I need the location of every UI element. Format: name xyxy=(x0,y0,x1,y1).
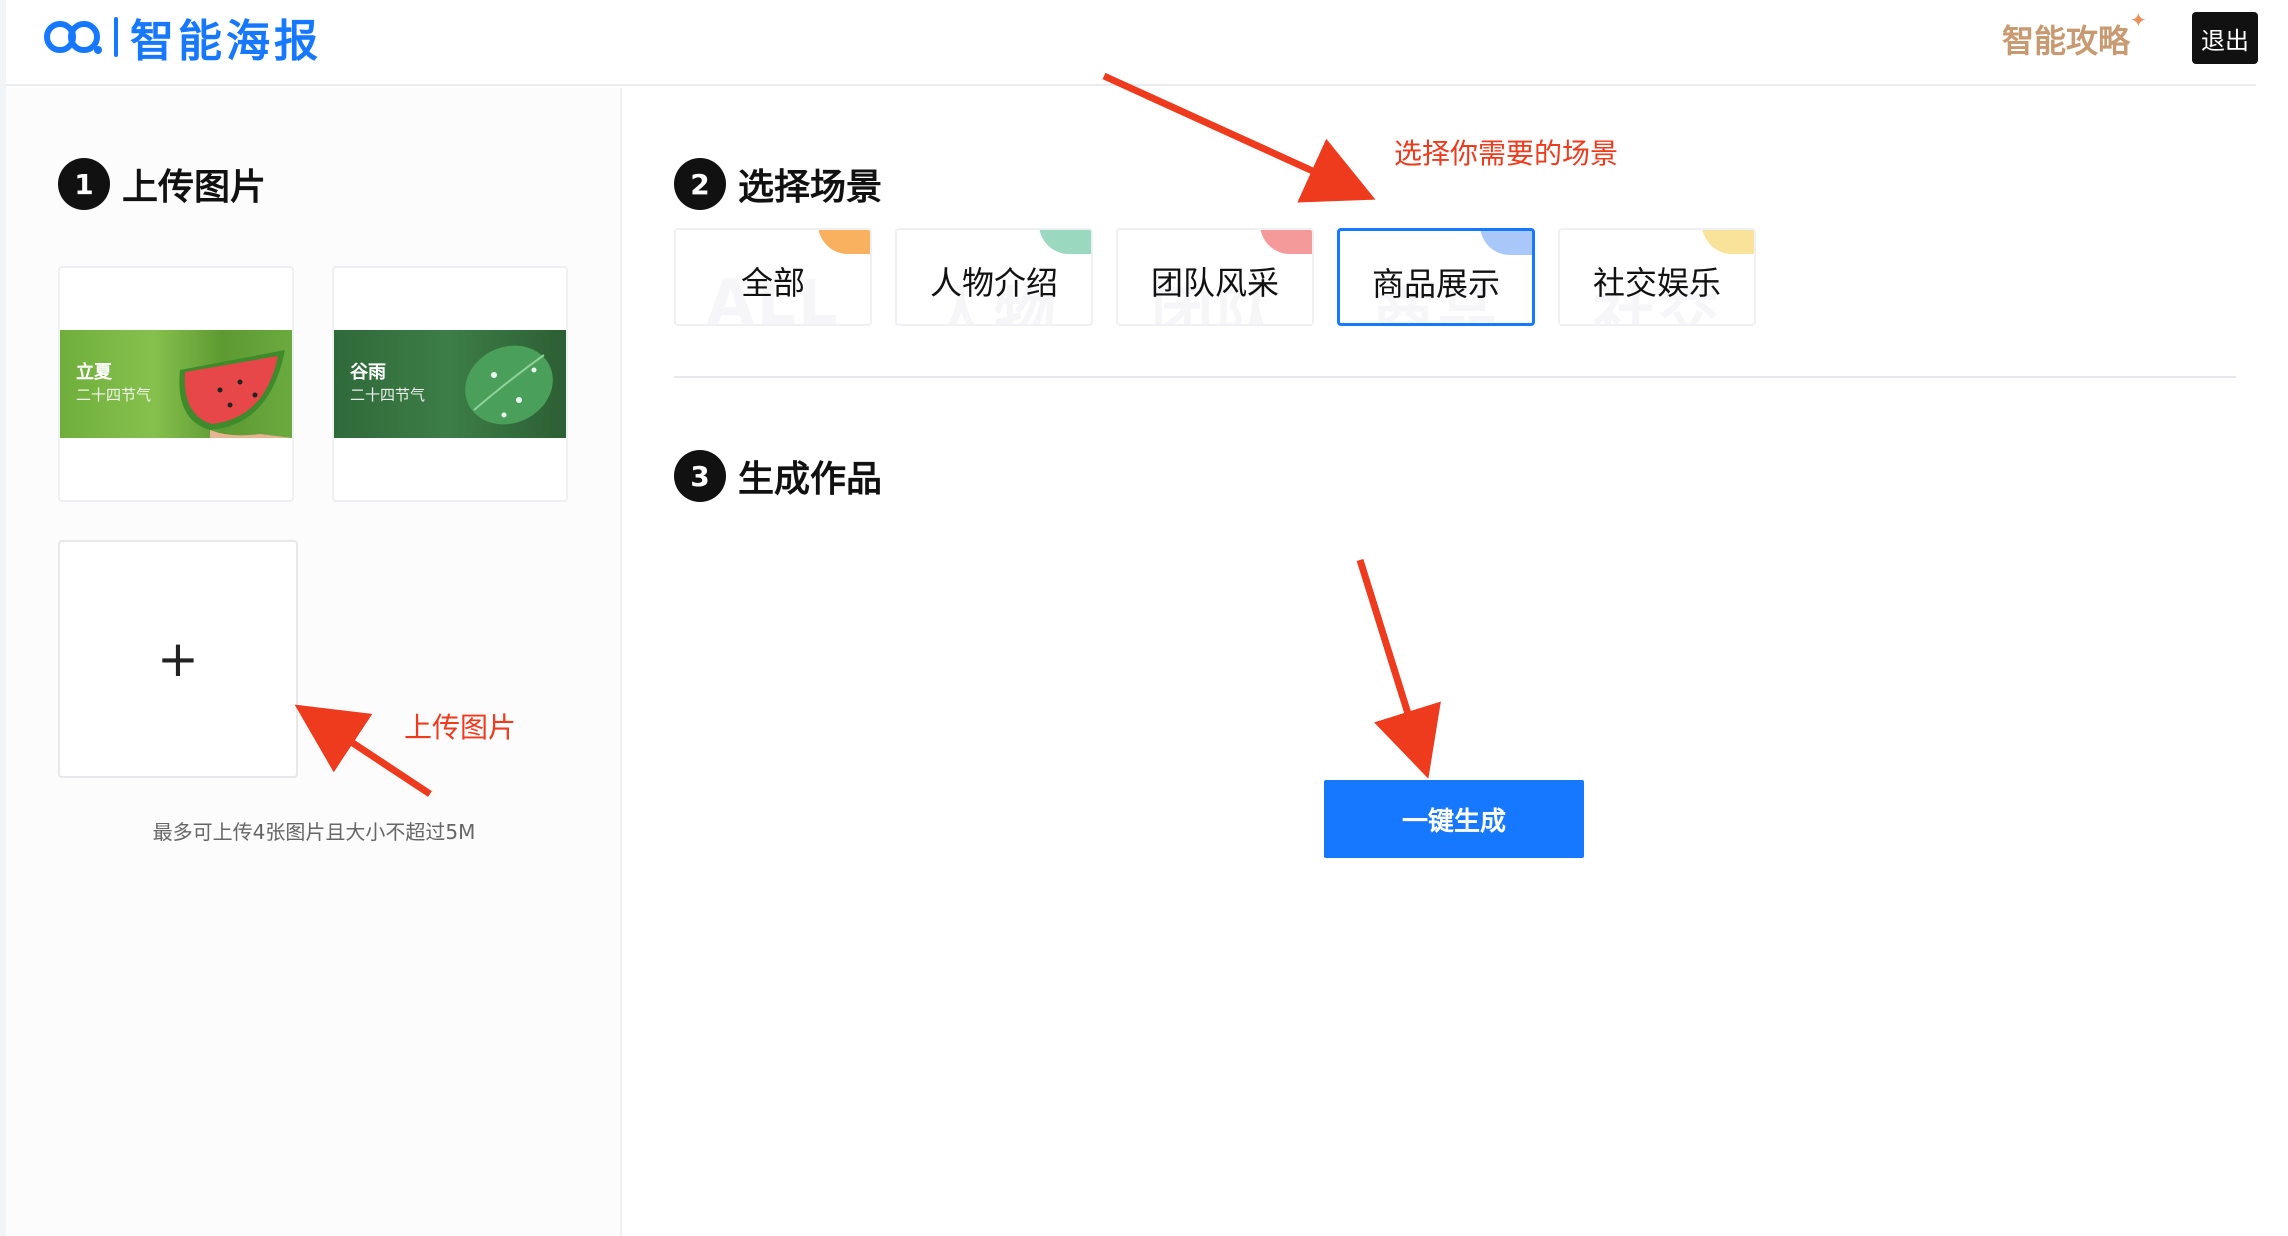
top-header: 智能海报 智能攻略 ✦ 退出 xyxy=(6,0,2258,86)
scene-label: 社交娱乐 xyxy=(1592,264,1721,302)
plus-icon: + xyxy=(157,630,199,688)
scene-label: 全部 xyxy=(740,264,805,302)
corner-tab-icon xyxy=(1260,230,1312,254)
app-title: 智能海报 xyxy=(130,16,322,67)
generate-section-title: 生成作品 xyxy=(738,459,883,500)
scene-card-all[interactable]: ALL 全部 xyxy=(674,228,872,326)
upload-panel: 1 上传图片 立夏 二十四节气 谷雨 二十四节气 + 最多可上传4张图片且大小不… xyxy=(6,88,622,1236)
scene-section-heading: 2 选择场景 xyxy=(674,158,882,210)
main-panel: 2 选择场景 ALL 全部 人物 人物介绍 团队 团队风采 商品 商品展示 社交… xyxy=(624,88,2288,1236)
thumbnail-title: 立夏 xyxy=(76,362,112,383)
scene-label: 团队风采 xyxy=(1150,264,1279,302)
scene-label: 商品展示 xyxy=(1371,265,1500,303)
upload-limit-hint: 最多可上传4张图片且大小不超过5M xyxy=(152,820,476,844)
step-badge: 2 xyxy=(674,158,726,210)
corner-tab-icon xyxy=(1702,230,1754,254)
generate-button[interactable]: 一键生成 xyxy=(1324,780,1584,858)
thumbnail-title: 谷雨 xyxy=(350,362,386,383)
annotation-upload-image: 上传图片 xyxy=(404,711,517,744)
uploaded-thumbnail[interactable]: 谷雨 二十四节气 xyxy=(332,266,568,502)
step-badge: 3 xyxy=(674,450,726,502)
logo-mark-icon xyxy=(44,21,102,54)
thumbnail-image-guyu: 谷雨 二十四节气 xyxy=(334,330,566,438)
corner-tab-icon xyxy=(1480,231,1532,255)
scene-card-product[interactable]: 商品 商品展示 xyxy=(1337,228,1535,326)
logout-button[interactable]: 退出 xyxy=(2192,12,2258,64)
scene-card-team[interactable]: 团队 团队风采 xyxy=(1116,228,1314,326)
add-image-button[interactable]: + xyxy=(58,540,298,778)
corner-tab-icon xyxy=(1039,230,1091,254)
upload-section-heading: 1 上传图片 xyxy=(58,158,266,210)
logo-separator xyxy=(114,17,118,57)
thumbnail-subtitle: 二十四节气 xyxy=(76,386,152,404)
thumbnail-image-lixia: 立夏 二十四节气 xyxy=(60,330,292,438)
app-logo[interactable]: 智能海报 xyxy=(42,14,322,67)
scene-card-social[interactable]: 社交 社交娱乐 xyxy=(1558,228,1756,326)
corner-tab-icon xyxy=(818,230,870,254)
thumbnail-subtitle: 二十四节气 xyxy=(350,386,426,404)
sparkle-icon: ✦ xyxy=(2130,8,2147,32)
uploaded-thumbnail[interactable]: 立夏 二十四节气 xyxy=(58,266,294,502)
upload-section-title: 上传图片 xyxy=(122,167,267,208)
scene-card-person[interactable]: 人物 人物介绍 xyxy=(895,228,1093,326)
annotation-choose-scene: 选择你需要的场景 xyxy=(1394,137,1619,170)
generate-section-heading: 3 生成作品 xyxy=(674,450,882,502)
scene-section-title: 选择场景 xyxy=(738,167,883,208)
step-badge: 1 xyxy=(58,158,110,210)
guide-link[interactable]: 智能攻略 xyxy=(2002,16,2130,62)
section-divider xyxy=(674,376,2236,378)
scene-label: 人物介绍 xyxy=(929,264,1058,302)
